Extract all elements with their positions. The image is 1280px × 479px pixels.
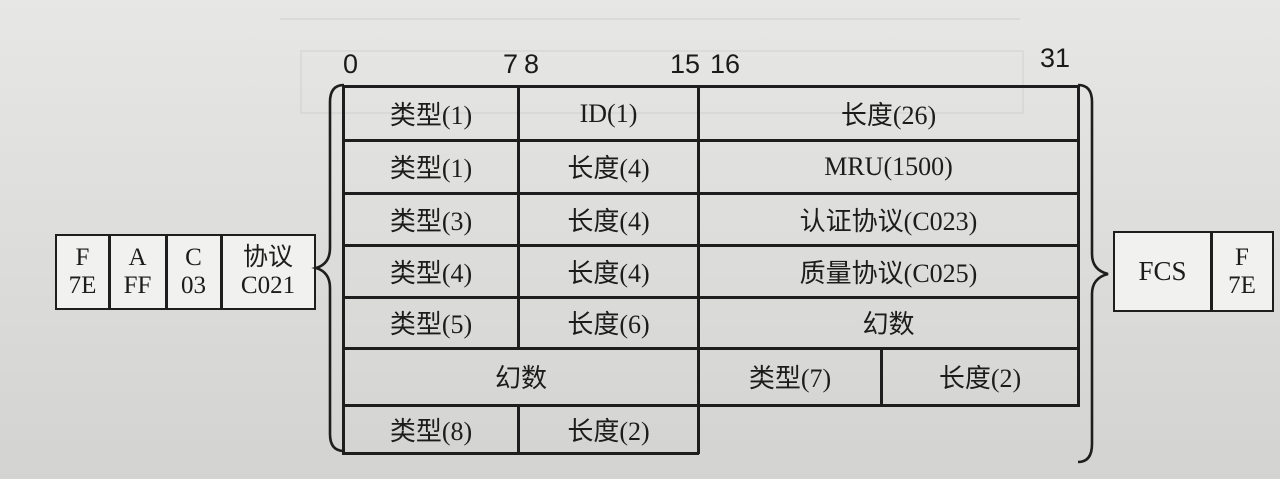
flag-field: F 7E — [57, 236, 108, 308]
r2-type-cell: 类型(1) — [389, 154, 473, 183]
r7-type-cell: 类型(8) — [389, 416, 473, 446]
right-brace — [1077, 83, 1109, 464]
r4-value-cell: 质量协议(C025) — [799, 258, 978, 288]
r1-length-cell: 长度(26) — [840, 101, 937, 130]
r5-value-cell: 幻数 — [862, 310, 915, 339]
r3-value-cell: 认证协议(C023) — [799, 206, 978, 236]
r2-length-cell: 长度(4) — [567, 154, 650, 183]
r1-type-cell: 类型(1) — [389, 101, 473, 130]
protocol-field: 协议 C021 — [222, 236, 314, 308]
control-label: C — [185, 244, 202, 271]
protocol-value: C021 — [240, 272, 296, 299]
r2-value-cell: MRU(1500) — [824, 151, 953, 181]
trailer-flag-value: 7E — [1228, 271, 1256, 299]
left-brace — [311, 83, 345, 453]
bit-label-7: 7 — [503, 49, 519, 79]
protocol-label: 协议 — [242, 244, 293, 271]
r3-length-cell: 长度(4) — [567, 206, 650, 236]
address-value: FF — [123, 272, 152, 299]
r5-type-cell: 类型(5) — [389, 310, 473, 339]
address-label: A — [128, 244, 147, 271]
fcs-field: FCS — [1138, 256, 1187, 286]
r7-length-cell: 长度(2) — [567, 416, 650, 446]
flag-label: F — [75, 244, 90, 271]
bit-label-8: 8 — [524, 49, 540, 79]
control-value: 03 — [181, 272, 206, 299]
r1-id-cell: ID(1) — [579, 98, 638, 128]
bit-label-16: 16 — [710, 49, 741, 79]
r5-length-cell: 长度(6) — [567, 310, 650, 339]
r6-type-cell: 类型(7) — [748, 364, 832, 393]
flag-value: 7E — [68, 272, 97, 299]
control-field: C 03 — [167, 236, 220, 308]
r6-value-cell: 幻数 — [494, 364, 547, 393]
bit-label-31: 31 — [1040, 43, 1071, 73]
r4-length-cell: 长度(4) — [567, 258, 650, 288]
r6-length-cell: 长度(2) — [938, 364, 1022, 393]
r4-type-cell: 类型(4) — [389, 258, 473, 288]
address-field: A FF — [110, 236, 165, 308]
bit-label-0: 0 — [343, 49, 359, 79]
bit-label-15: 15 — [670, 49, 701, 79]
trailer-flag-field: F 7E — [1212, 233, 1272, 310]
r3-type-cell: 类型(3) — [389, 206, 473, 236]
trailer-flag-label: F — [1235, 243, 1249, 271]
